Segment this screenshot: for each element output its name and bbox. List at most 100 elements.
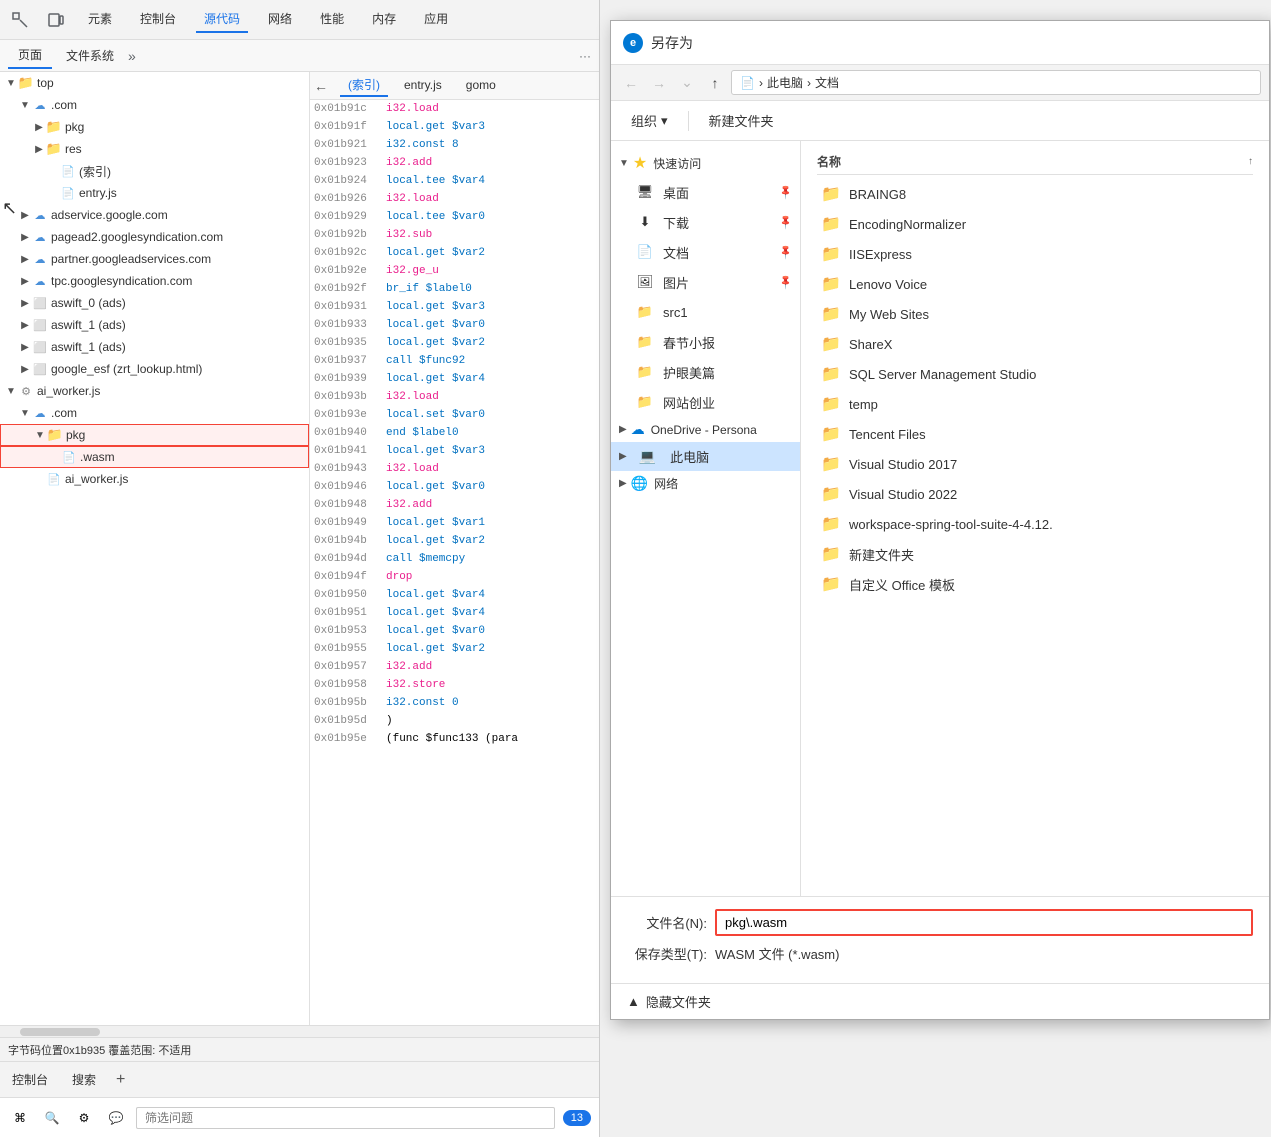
frame-icon-aswift1b: ⬜ — [32, 339, 48, 355]
tab-memory[interactable]: 内存 — [364, 6, 404, 33]
bottom-tab-console[interactable]: 控制台 — [8, 1067, 52, 1092]
tab-console[interactable]: 控制台 — [132, 6, 184, 33]
bottom-tab-search[interactable]: 搜索 — [68, 1067, 100, 1092]
nav-item-spring[interactable]: 📁 春节小报 — [611, 327, 800, 357]
code-tab-index[interactable]: (索引) — [340, 74, 388, 97]
frame-icon-aswift0: ⬜ — [32, 295, 48, 311]
dialog-toggle-row[interactable]: ▲ 隐藏文件夹 — [611, 983, 1269, 1019]
nav-item-desktop[interactable]: 🖥 桌面 📌 — [611, 177, 800, 207]
tree-label-res: res — [65, 142, 82, 156]
tree-item-aswift1b[interactable]: ▶ ⬜ aswift_1 (ads) — [0, 336, 309, 358]
file-entry-braing8[interactable]: 📁 BRAING8 — [817, 179, 1253, 209]
code-line-12: 0x01b933local.get $var0 — [310, 316, 599, 334]
subtab-dots[interactable]: ··· — [579, 49, 591, 63]
tab-sources[interactable]: 源代码 — [196, 6, 248, 33]
nav-item-docs[interactable]: 📄 文档 📌 — [611, 237, 800, 267]
tree-item-domain1[interactable]: ▼ ☁ .com — [0, 94, 309, 116]
tree-item-partner[interactable]: ▶ ☁ partner.googleadservices.com — [0, 248, 309, 270]
code-line-26: 0x01b94fdrop — [310, 568, 599, 586]
nav-dropdown-btn[interactable]: ⌄ — [675, 71, 699, 95]
file-entry-vs2022[interactable]: 📁 Visual Studio 2022 — [817, 479, 1253, 509]
nav-item-eye[interactable]: 📁 护眼美篇 — [611, 357, 800, 387]
code-line-30: 0x01b955local.get $var2 — [310, 640, 599, 658]
tree-item-pagead[interactable]: ▶ ☁ pagead2.googlesyndication.com — [0, 226, 309, 248]
tree-item-ai-worker[interactable]: ▼ ⚙ ai_worker.js — [0, 380, 309, 402]
tree-item-pkg2[interactable]: ▼ 📁 pkg — [0, 424, 309, 446]
search-icon[interactable]: 🔍 — [40, 1106, 64, 1130]
tree-item-res[interactable]: ▶ 📁 res — [0, 138, 309, 160]
scrollbar-thumb[interactable] — [20, 1028, 100, 1036]
tree-item-pkg[interactable]: ▶ 📁 pkg — [0, 116, 309, 138]
file-entry-encoding[interactable]: 📁 EncodingNormalizer — [817, 209, 1253, 239]
tree-item-top[interactable]: ▼ 📁 top — [0, 72, 309, 94]
file-entry-vs2017[interactable]: 📁 Visual Studio 2017 — [817, 449, 1253, 479]
subtab-filesystem[interactable]: 文件系统 — [56, 43, 124, 68]
file-entry-sharex[interactable]: 📁 ShareX — [817, 329, 1253, 359]
settings-icon[interactable]: ⚙ — [72, 1106, 96, 1130]
inspect-icon[interactable] — [8, 8, 32, 32]
tree-item-wasm[interactable]: ▶ 📄 .wasm — [0, 446, 309, 468]
horizontal-scrollbar[interactable] — [0, 1025, 599, 1037]
file-entry-sqlserver[interactable]: 📁 SQL Server Management Studio — [817, 359, 1253, 389]
filter-input[interactable] — [136, 1107, 555, 1129]
feedback-icon[interactable]: 💬 — [104, 1106, 128, 1130]
col-sort-arrow[interactable]: ↑ — [1248, 156, 1253, 167]
tree-item-google-esf[interactable]: ▶ ⬜ google_esf (zrt_lookup.html) — [0, 358, 309, 380]
file-name: temp — [849, 397, 878, 412]
tree-item-ai-worker-js[interactable]: ▶ 📄 ai_worker.js — [0, 468, 309, 490]
tree-item-domain2[interactable]: ▼ ☁ .com — [0, 402, 309, 424]
pc-header[interactable]: ▶ 💻 此电脑 — [611, 442, 800, 471]
console-icon[interactable]: ⌘ — [8, 1106, 32, 1130]
tree-item-aswift0[interactable]: ▶ ⬜ aswift_0 (ads) — [0, 292, 309, 314]
file-entry-iisexpress[interactable]: 📁 IISExpress — [817, 239, 1253, 269]
tree-item-index[interactable]: ▶ 📄 (索引) — [0, 160, 309, 182]
code-tab-gomo[interactable]: gomo — [458, 76, 504, 96]
code-line-34: 0x01b95d) — [310, 712, 599, 730]
nav-back-btn[interactable]: ← — [619, 71, 643, 95]
tab-elements[interactable]: 元素 — [80, 6, 120, 33]
new-folder-btn[interactable]: 新建文件夹 — [701, 107, 782, 134]
code-line-5: 0x01b926i32.load — [310, 190, 599, 208]
nav-item-pics[interactable]: 🖼 图片 📌 — [611, 267, 800, 297]
tree-item-adservice[interactable]: ▶ ☁ adservice.google.com — [0, 204, 309, 226]
code-back-btn[interactable]: ← — [314, 78, 328, 94]
tab-performance[interactable]: 性能 — [312, 6, 352, 33]
pics-icon: 🖼 — [635, 272, 655, 292]
tab-network[interactable]: 网络 — [260, 6, 300, 33]
devtools-main: ▼ 📁 top ▼ ☁ .com ▶ 📁 pkg ▶ — [0, 72, 599, 1025]
tree-item-entry[interactable]: ▶ 📄 entry.js — [0, 182, 309, 204]
file-entry-newfolder[interactable]: 📁 新建文件夹 — [817, 539, 1253, 569]
bottom-tab-add[interactable]: + — [116, 1071, 125, 1089]
folder-icon: 📁 — [821, 544, 841, 564]
file-entry-office[interactable]: 📁 自定义 Office 模板 — [817, 569, 1253, 599]
subtab-page[interactable]: 页面 — [8, 42, 52, 69]
onedrive-header[interactable]: ▶ ☁ OneDrive - Persona — [611, 417, 800, 442]
code-tab-entry[interactable]: entry.js — [396, 76, 450, 96]
file-name: Tencent Files — [849, 427, 926, 442]
nav-up-btn[interactable]: ↑ — [703, 71, 727, 95]
nav-item-web[interactable]: 📁 网站创业 — [611, 387, 800, 417]
status-text: 字节码位置0x1b935 覆盖范围: 不适用 — [8, 1042, 191, 1058]
file-entry-tencent[interactable]: 📁 Tencent Files — [817, 419, 1253, 449]
breadcrumb[interactable]: 📄 › 此电脑 › 文档 — [731, 70, 1261, 95]
device-icon[interactable] — [44, 8, 68, 32]
quick-access-header[interactable]: ▼ ★ 快速访问 — [611, 149, 800, 177]
subtab-more[interactable]: » — [128, 48, 136, 64]
nav-item-download[interactable]: ⬇ 下载 📌 — [611, 207, 800, 237]
dialog-nav: ← → ⌄ ↑ 📄 › 此电脑 › 文档 — [611, 65, 1269, 101]
network-header[interactable]: ▶ 🌐 网络 — [611, 471, 800, 496]
file-entry-mywebsites[interactable]: 📁 My Web Sites — [817, 299, 1253, 329]
file-entry-workspace[interactable]: 📁 workspace-spring-tool-suite-4-4.12. — [817, 509, 1253, 539]
nav-forward-btn[interactable]: → — [647, 71, 671, 95]
pc-label: 此电脑 — [670, 447, 709, 466]
nav-item-src1[interactable]: 📁 src1 — [611, 297, 800, 327]
file-entry-lenovo[interactable]: 📁 Lenovo Voice — [817, 269, 1253, 299]
tab-application[interactable]: 应用 — [416, 6, 456, 33]
folder-icon: 📁 — [821, 364, 841, 384]
file-entry-temp[interactable]: 📁 temp — [817, 389, 1253, 419]
filename-input[interactable] — [715, 909, 1253, 936]
dialog-title: 另存为 — [651, 33, 693, 53]
tree-item-tpc[interactable]: ▶ ☁ tpc.googlesyndication.com — [0, 270, 309, 292]
tree-item-aswift1a[interactable]: ▶ ⬜ aswift_1 (ads) — [0, 314, 309, 336]
organize-btn[interactable]: 组织 ▾ — [623, 107, 676, 134]
